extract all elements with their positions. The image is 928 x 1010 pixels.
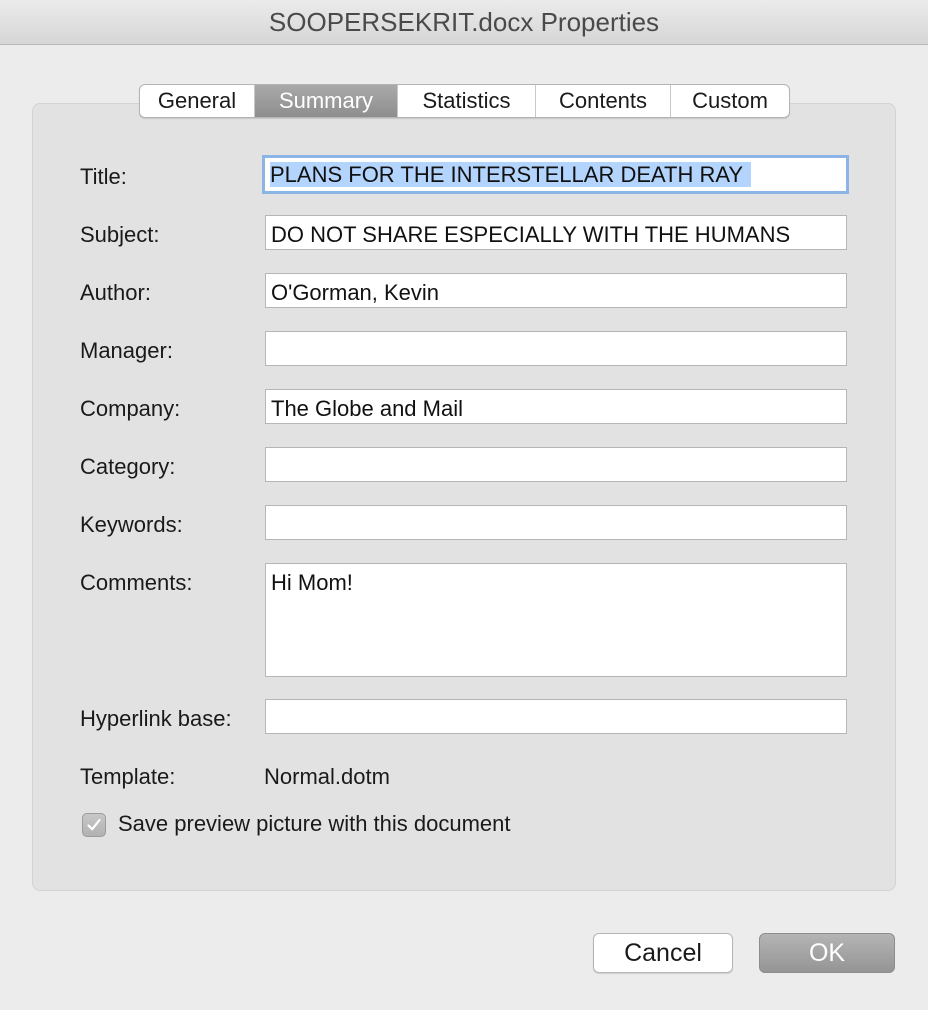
tab-statistics[interactable]: Statistics (397, 85, 535, 117)
checkmark-icon (87, 818, 101, 831)
tab-custom[interactable]: Custom (670, 85, 789, 117)
hyperlink-base-field[interactable] (265, 699, 847, 734)
template-label: Template: (80, 764, 176, 789)
properties-dialog: SOOPERSEKRIT.docx Properties General Sum… (0, 0, 928, 1010)
company-label: Company: (80, 396, 181, 421)
hyperlink-base-label: Hyperlink base: (80, 706, 232, 731)
manager-field[interactable] (265, 331, 847, 366)
keywords-label: Keywords: (80, 512, 183, 537)
title-field-value: PLANS FOR THE INTERSTELLAR DEATH RAY (270, 162, 752, 187)
subject-label: Subject: (80, 222, 160, 247)
window-title: SOOPERSEKRIT.docx Properties (0, 0, 928, 45)
tab-summary[interactable]: Summary (254, 85, 397, 117)
title-label: Title: (80, 164, 127, 189)
ok-button[interactable]: OK (759, 933, 895, 973)
title-field[interactable]: PLANS FOR THE INTERSTELLAR DEATH RAY (262, 155, 849, 194)
category-field[interactable] (265, 447, 847, 482)
tab-general[interactable]: General (140, 85, 254, 117)
save-preview-label[interactable]: Save preview picture with this document (118, 811, 511, 837)
company-field[interactable]: The Globe and Mail (265, 389, 847, 424)
tab-bar: General Summary Statistics Contents Cust… (139, 84, 790, 118)
template-value: Normal.dotm (264, 764, 390, 789)
author-label: Author: (80, 280, 151, 305)
subject-field[interactable]: DO NOT SHARE ESPECIALLY WITH THE HUMANS (265, 215, 847, 250)
manager-label: Manager: (80, 338, 173, 363)
cancel-button[interactable]: Cancel (593, 933, 733, 973)
comments-label: Comments: (80, 570, 193, 595)
save-preview-checkbox[interactable] (82, 813, 106, 837)
comments-textarea[interactable]: Hi Mom! (265, 563, 847, 677)
author-field[interactable]: O'Gorman, Kevin (265, 273, 847, 308)
tab-contents[interactable]: Contents (535, 85, 670, 117)
category-label: Category: (80, 454, 176, 479)
keywords-field[interactable] (265, 505, 847, 540)
